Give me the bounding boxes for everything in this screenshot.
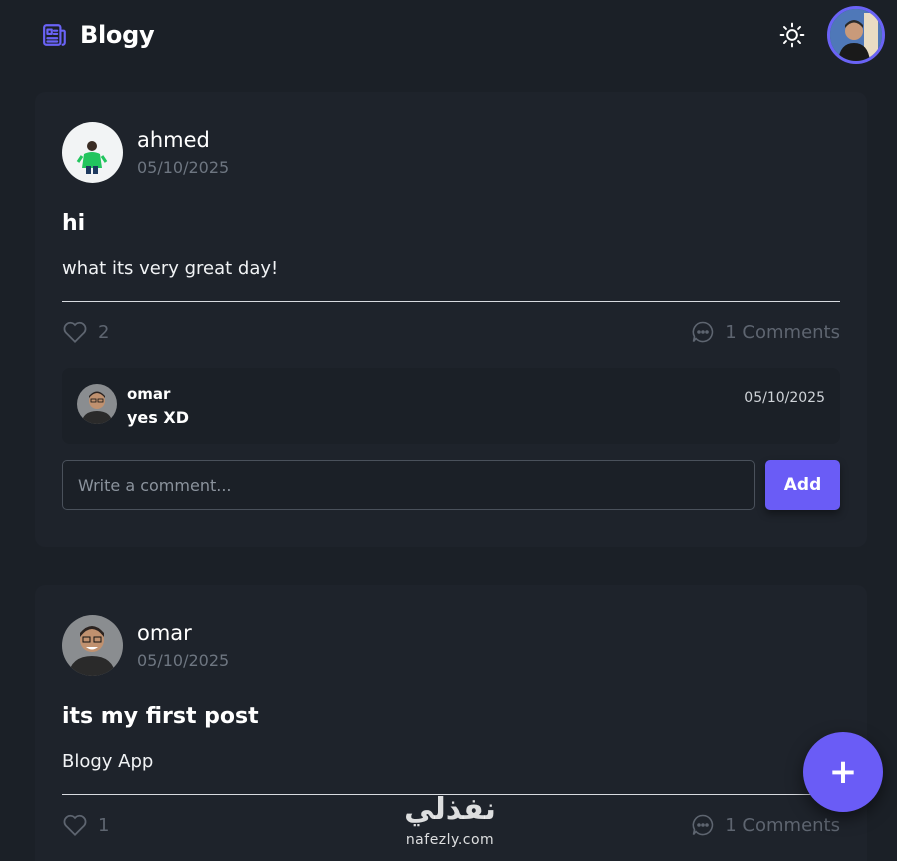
watermark-url: nafezly.com (405, 832, 495, 848)
heart-icon (63, 814, 87, 836)
app-header: Blogy (0, 0, 897, 70)
comment-text: yes XD (127, 408, 189, 427)
post-title: its my first post (62, 704, 259, 729)
theme-toggle-button[interactable] (777, 20, 807, 50)
post-header: omar 05/10/2025 (62, 615, 840, 676)
like-button[interactable]: 1 (62, 813, 109, 837)
heart-icon (63, 321, 87, 343)
watermark-logo-text: نفذلي (404, 792, 496, 827)
comments-count: 1 Comments (725, 321, 840, 343)
post-actions: 2 1 Comments (62, 320, 840, 344)
author-name[interactable]: omar (137, 621, 229, 645)
post-header: ahmed 05/10/2025 (62, 122, 840, 183)
watermark: نفذلي nafezly.com (390, 790, 510, 860)
comment-input[interactable] (62, 460, 755, 510)
like-count: 2 (98, 321, 110, 343)
post-date: 05/10/2025 (137, 158, 230, 177)
post-card: ahmed 05/10/2025 hi what its very great … (35, 92, 867, 547)
comment-content: omar yes XD (127, 384, 189, 428)
divider (62, 301, 840, 302)
author-meta: omar 05/10/2025 (137, 621, 229, 670)
comments-button[interactable]: 1 Comments (691, 320, 840, 344)
comment-date: 05/10/2025 (744, 390, 825, 406)
comments-button[interactable]: 1 Comments (691, 813, 840, 837)
brand-title: Blogy (80, 21, 155, 49)
header-actions (777, 6, 885, 64)
comments-count: 1 Comments (725, 814, 840, 836)
like-count: 1 (98, 814, 110, 836)
post-body: what its very great day! (62, 258, 279, 279)
post-title: hi (62, 211, 86, 236)
author-name[interactable]: ahmed (137, 128, 229, 152)
comment-author-avatar[interactable] (77, 384, 117, 424)
author-meta: ahmed 05/10/2025 (137, 128, 229, 177)
brand[interactable]: Blogy (42, 21, 155, 49)
comment-form: Add (62, 460, 840, 510)
like-button[interactable]: 2 (62, 320, 109, 344)
comment-icon (692, 321, 714, 343)
post-date: 05/10/2025 (137, 651, 230, 670)
plus-icon: + (828, 752, 858, 792)
newspaper-icon (42, 22, 68, 48)
author-avatar[interactable] (62, 615, 123, 676)
author-avatar[interactable] (62, 122, 123, 183)
user-avatar[interactable] (827, 6, 885, 64)
comment-author[interactable]: omar (127, 385, 189, 403)
comment-item: omar yes XD 05/10/2025 (62, 368, 840, 444)
sun-icon (779, 22, 805, 48)
add-comment-button[interactable]: Add (765, 460, 840, 510)
post-body: Blogy App (62, 751, 154, 772)
create-post-button[interactable]: + (803, 732, 883, 812)
comment-icon (692, 814, 714, 836)
